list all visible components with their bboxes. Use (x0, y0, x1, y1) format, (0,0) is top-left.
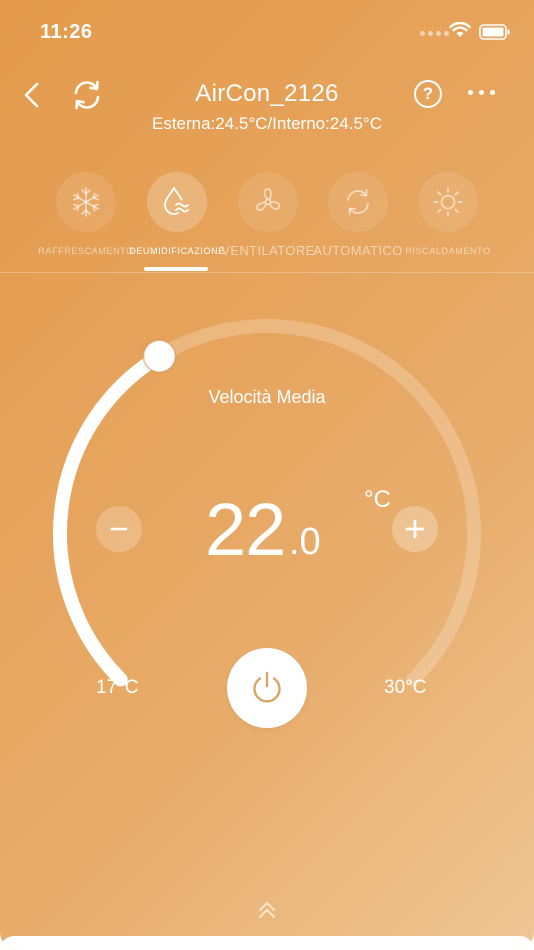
status-time: 11:26 (40, 21, 93, 43)
aircon-screen: 11:26 AirCon_2126 Esterna:24.5°C/Interno… (0, 0, 534, 950)
drop-icon (164, 187, 189, 215)
bottom-sheet[interactable] (0, 936, 534, 950)
temperature-unit: °C (364, 486, 391, 513)
minus-icon (110, 527, 128, 531)
power-icon (253, 671, 281, 703)
mode-fan[interactable]: VENTILATORE (220, 172, 316, 258)
mode-label: RISCALDAMENTO (405, 246, 491, 256)
wifi-icon (449, 22, 471, 37)
mode-label: VENTILATORE (221, 243, 315, 258)
selected-mode-indicator (144, 267, 208, 271)
power-button[interactable] (227, 648, 307, 728)
mode-auto[interactable]: AUTOMATICO (310, 172, 406, 258)
temperature-dial: Velocità Media 22 .0 °C 17°C 30°C (0, 300, 534, 780)
mode-selector: RAFFRESCAMENTO DEUMIDIFICAZIONE VENTILAT… (0, 172, 534, 272)
mode-label: AUTOMATICO (313, 243, 403, 258)
decrease-temperature-button[interactable] (96, 506, 142, 552)
temperature-readout: Esterna:24.5°C/Interno:24.5°C (151, 114, 382, 133)
plus-icon (405, 519, 425, 539)
help-button[interactable]: ? (414, 80, 442, 108)
sun-icon (433, 187, 463, 217)
increase-temperature-button[interactable] (392, 506, 438, 552)
device-title: AirCon_2126 (195, 80, 339, 107)
fan-speed-label: Velocità Media (208, 387, 326, 407)
arc-knob[interactable] (142, 339, 177, 374)
fan-icon (256, 188, 280, 212)
mode-label: DEUMIDIFICAZIONE (129, 246, 225, 256)
more-icon[interactable] (468, 90, 495, 95)
help-icon: ? (422, 84, 434, 103)
status-bar: 11:26 (0, 0, 534, 60)
auto-cycle-icon (347, 189, 369, 215)
header: AirCon_2126 Esterna:24.5°C/Interno:24.5°… (0, 70, 534, 140)
min-temperature-label: 17°C (96, 677, 139, 698)
max-temperature-label: 30°C (384, 677, 427, 698)
divider (0, 272, 534, 273)
snowflake-icon (73, 187, 100, 217)
temperature-value: 22 (205, 488, 286, 571)
expand-up-icon[interactable] (255, 898, 279, 922)
mode-heating[interactable]: RISCALDAMENTO (400, 172, 496, 256)
battery-icon (479, 24, 510, 40)
temperature-decimal: .0 (289, 521, 321, 563)
mode-dehumidify[interactable]: DEUMIDIFICAZIONE (129, 172, 225, 256)
mode-label: RAFFRESCAMENTO (38, 246, 134, 256)
signal-dots-icon (420, 31, 449, 36)
mode-cooling[interactable]: RAFFRESCAMENTO (38, 172, 134, 256)
